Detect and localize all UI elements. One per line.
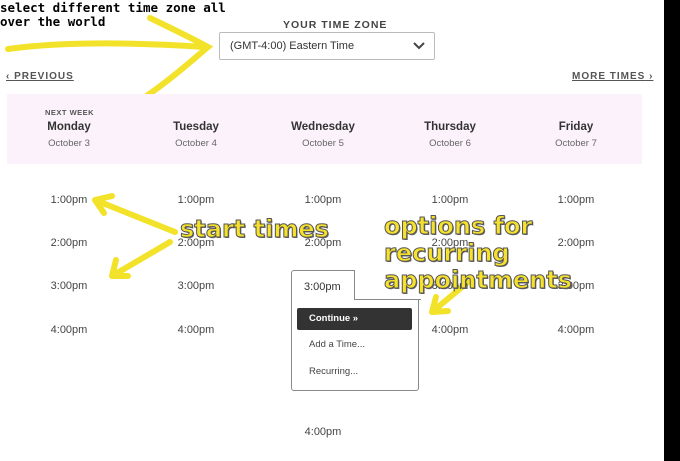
next-week-label: NEXT WEEK — [45, 108, 95, 117]
day-date: October 6 — [429, 138, 471, 149]
callout-line-1: options for recurring — [384, 212, 533, 267]
previous-link[interactable]: ‹ PREVIOUS — [6, 71, 74, 82]
time-slot-wednesday-1pm[interactable]: 1:00pm — [263, 194, 383, 206]
day-name: Tuesday — [173, 121, 219, 133]
timezone-annotation: select different time zone all over the … — [0, 0, 226, 29]
continue-button[interactable]: Continue » — [297, 308, 412, 330]
timezone-value: (GMT-4:00) Eastern Time — [230, 40, 355, 52]
chevron-right-icon: › — [645, 71, 654, 82]
day-tuesday: Tuesday October 4 — [136, 121, 256, 149]
time-slot-monday-1pm[interactable]: 1:00pm — [9, 194, 129, 206]
timezone-select[interactable]: (GMT-4:00) Eastern Time — [219, 32, 435, 60]
time-slot-wednesday-4pm[interactable]: 4:00pm — [263, 426, 383, 438]
day-date: October 4 — [175, 138, 217, 149]
recurring-options-callout: options for recurring appointments — [384, 212, 664, 294]
more-times-label: MORE TIMES — [572, 71, 646, 82]
time-slot-monday-2pm[interactable]: 2:00pm — [9, 237, 129, 249]
time-slot-friday-4pm[interactable]: 4:00pm — [516, 324, 636, 336]
time-slot-friday-1pm[interactable]: 1:00pm — [516, 194, 636, 206]
day-name: Monday — [47, 121, 91, 133]
callout-line-2: appointments — [384, 266, 573, 294]
start-times-callout: start times — [180, 215, 330, 244]
time-slot-monday-3pm[interactable]: 3:00pm — [9, 280, 129, 292]
time-slot-monday-4pm[interactable]: 4:00pm — [9, 324, 129, 336]
selected-time-tab[interactable]: 3:00pm — [304, 281, 341, 293]
time-slot-thursday-1pm[interactable]: 1:00pm — [390, 194, 510, 206]
day-date: October 3 — [48, 138, 90, 149]
previous-label: PREVIOUS — [14, 71, 74, 82]
day-name: Wednesday — [291, 121, 355, 133]
day-monday: Monday October 3 — [9, 121, 129, 149]
chevron-down-icon — [413, 42, 425, 50]
day-thursday: Thursday October 6 — [390, 121, 510, 149]
timezone-arrow-shaft — [5, 40, 208, 52]
time-slot-tuesday-1pm[interactable]: 1:00pm — [136, 194, 256, 206]
more-times-link[interactable]: MORE TIMES › — [572, 71, 653, 82]
day-friday: Friday October 7 — [516, 121, 636, 149]
recurring-option[interactable]: Recurring... — [309, 366, 358, 377]
day-date: October 7 — [555, 138, 597, 149]
time-slot-tuesday-4pm[interactable]: 4:00pm — [136, 324, 256, 336]
scheduler-page: select different time zone all over the … — [0, 0, 664, 461]
continue-label: Continue » — [309, 313, 359, 324]
time-slot-tuesday-3pm[interactable]: 3:00pm — [136, 280, 256, 292]
timezone-label: YOUR TIME ZONE — [283, 19, 388, 31]
day-name: Thursday — [424, 121, 476, 133]
day-wednesday: Wednesday October 5 — [263, 121, 383, 149]
add-time-option[interactable]: Add a Time... — [309, 339, 365, 350]
chevron-left-icon: ‹ — [6, 71, 15, 82]
day-name: Friday — [558, 121, 594, 133]
day-date: October 5 — [302, 138, 344, 149]
